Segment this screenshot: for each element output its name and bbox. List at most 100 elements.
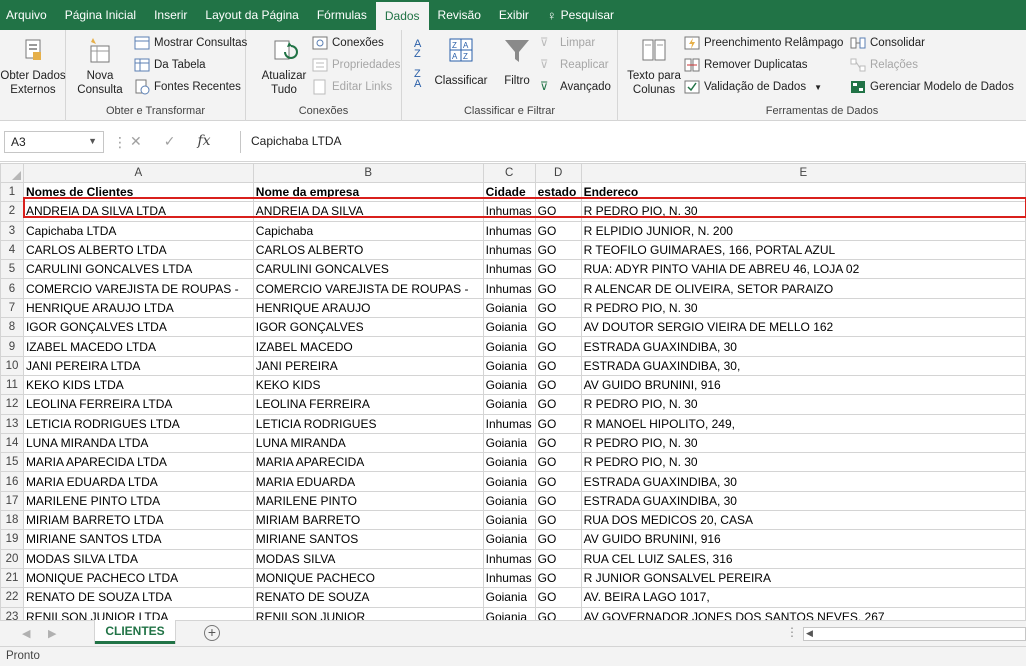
- cell[interactable]: KEKO KIDS: [252, 374, 484, 396]
- tab-revisao[interactable]: Revisão: [429, 0, 490, 30]
- cell[interactable]: IZABEL MACEDO LTDA: [22, 336, 254, 357]
- cell[interactable]: Inhumas: [482, 220, 536, 241]
- cell[interactable]: GO: [534, 336, 582, 357]
- cell[interactable]: GO: [534, 471, 582, 492]
- nova-consulta-button[interactable]: Nova Consulta: [70, 36, 130, 97]
- select-all-corner[interactable]: [0, 163, 24, 183]
- cell[interactable]: Goiania: [482, 297, 536, 319]
- cell[interactable]: MONIQUE PACHECO: [252, 567, 484, 589]
- prev-sheet-icon[interactable]: ◀: [22, 627, 30, 640]
- row-header[interactable]: 11: [0, 374, 24, 396]
- cell[interactable]: ESTRADA GUAXINDIBA, 30: [580, 336, 1026, 357]
- cell[interactable]: Inhumas: [482, 567, 536, 589]
- propriedades-button[interactable]: Propriedades: [312, 56, 400, 74]
- cell[interactable]: HENRIQUE ARAUJO LTDA: [22, 297, 254, 319]
- column-header[interactable]: B: [252, 163, 484, 183]
- cell[interactable]: Goiania: [482, 529, 536, 550]
- remover-duplicatas-button[interactable]: Remover Duplicatas: [684, 56, 808, 74]
- cell[interactable]: Goiania: [482, 490, 536, 512]
- cell[interactable]: GO: [534, 510, 582, 531]
- cell[interactable]: Goiania: [482, 606, 536, 620]
- tab-split-handle-icon[interactable]: ⋮: [786, 625, 798, 639]
- cell[interactable]: RUA DOS MEDICOS 20, CASA: [580, 510, 1026, 531]
- cell[interactable]: MARIA EDUARDA LTDA: [22, 471, 254, 492]
- tab-pagina-inicial[interactable]: Página Inicial: [56, 0, 145, 30]
- column-header[interactable]: A: [22, 163, 254, 183]
- cell[interactable]: GO: [534, 567, 582, 589]
- row-header[interactable]: 20: [0, 548, 24, 569]
- avancado-button[interactable]: ⊽ Avançado: [540, 78, 611, 96]
- cell[interactable]: AV DOUTOR SERGIO VIEIRA DE MELLO 162: [580, 317, 1026, 338]
- cell[interactable]: GO: [534, 587, 582, 608]
- cell[interactable]: CARULINI GONCALVES LTDA: [22, 259, 254, 280]
- cell[interactable]: LETICIA RODRIGUES LTDA: [22, 413, 254, 434]
- texto-para-colunas-button[interactable]: Texto para Colunas: [622, 36, 686, 97]
- cell[interactable]: R ELPIDIO JUNIOR, N. 200: [580, 220, 1026, 241]
- tab-layout-da-pagina[interactable]: Layout da Página: [196, 0, 307, 30]
- cell[interactable]: RENILSON JUNIOR LTDA: [22, 606, 254, 620]
- editar-links-button[interactable]: Editar Links: [312, 78, 392, 96]
- cell[interactable]: MIRIANE SANTOS: [252, 529, 484, 550]
- row-header[interactable]: 16: [0, 471, 24, 492]
- cell[interactable]: Goiania: [482, 452, 536, 473]
- consolidar-button[interactable]: Consolidar: [850, 34, 925, 52]
- row-header[interactable]: 22: [0, 587, 24, 608]
- name-box-dropdown-icon[interactable]: ▼: [88, 136, 97, 146]
- cell[interactable]: AV GUIDO BRUNINI, 916: [580, 529, 1026, 550]
- tab-dados[interactable]: Dados: [375, 2, 429, 30]
- cell[interactable]: Endereco: [580, 181, 1026, 203]
- cell[interactable]: RENILSON JUNIOR: [252, 606, 484, 620]
- cell[interactable]: GO: [534, 606, 582, 620]
- row-header[interactable]: 7: [0, 297, 24, 319]
- column-header[interactable]: E: [580, 163, 1026, 183]
- reaplicar-button[interactable]: ⊽ Reaplicar: [540, 56, 609, 74]
- limpar-button[interactable]: ⊽ Limpar: [540, 34, 595, 52]
- cell[interactable]: Cidade: [482, 181, 536, 203]
- row-header[interactable]: 3: [0, 220, 24, 241]
- cell[interactable]: Goiania: [482, 374, 536, 396]
- cell[interactable]: MARILENE PINTO: [252, 490, 484, 512]
- sort-az-button[interactable]: AZ: [414, 38, 421, 60]
- cell[interactable]: MARIA EDUARDA: [252, 471, 484, 492]
- cell[interactable]: GO: [534, 297, 582, 319]
- cell[interactable]: R PEDRO PIO, N. 30: [580, 297, 1026, 319]
- cell[interactable]: LETICIA RODRIGUES: [252, 413, 484, 434]
- cell[interactable]: GO: [534, 490, 582, 512]
- cell[interactable]: GO: [534, 413, 582, 434]
- cell[interactable]: R JUNIOR GONSALVEL PEREIRA: [580, 567, 1026, 589]
- cancel-icon[interactable]: ✕: [130, 133, 142, 150]
- row-header[interactable]: 5: [0, 259, 24, 280]
- cell[interactable]: AV GUIDO BRUNINI, 916: [580, 374, 1026, 396]
- cell[interactable]: estado: [534, 181, 582, 203]
- cell[interactable]: GO: [534, 239, 582, 261]
- sort-za-button[interactable]: ZA: [414, 68, 421, 90]
- preenchimento-relampago-button[interactable]: Preenchimento Relâmpago: [684, 34, 843, 52]
- formula-input[interactable]: Capichaba LTDA: [240, 131, 1026, 153]
- cell[interactable]: Nomes de Clientes: [22, 181, 254, 203]
- row-header[interactable]: 13: [0, 413, 24, 434]
- relacoes-button[interactable]: Relações: [850, 56, 918, 74]
- cell[interactable]: COMERCIO VAREJISTA DE ROUPAS -: [252, 278, 484, 299]
- tab-formulas[interactable]: Fórmulas: [308, 0, 376, 30]
- tab-exibir[interactable]: Exibir: [490, 0, 538, 30]
- cell[interactable]: MODAS SILVA: [252, 548, 484, 569]
- cell[interactable]: R MANOEL HIPOLITO, 249,: [580, 413, 1026, 434]
- cell[interactable]: MONIQUE PACHECO LTDA: [22, 567, 254, 589]
- cell[interactable]: Goiania: [482, 587, 536, 608]
- row-header[interactable]: 15: [0, 452, 24, 473]
- cell[interactable]: GO: [534, 259, 582, 280]
- cell[interactable]: IGOR GONÇALVES: [252, 317, 484, 338]
- cell[interactable]: IZABEL MACEDO: [252, 336, 484, 357]
- enter-icon[interactable]: ✓: [164, 133, 176, 150]
- insert-function-icon[interactable]: fx: [197, 133, 210, 150]
- cell[interactable]: ESTRADA GUAXINDIBA, 30: [580, 490, 1026, 512]
- cell[interactable]: Inhumas: [482, 259, 536, 280]
- spreadsheet-grid[interactable]: A B C D E 1 Nomes de Clientes Nome da empresa Ci…: [0, 163, 1026, 620]
- cell[interactable]: AV. BEIRA LAGO 1017,: [580, 587, 1026, 608]
- cell[interactable]: Inhumas: [482, 239, 536, 261]
- cell[interactable]: IGOR GONÇALVES LTDA: [22, 317, 254, 338]
- cell[interactable]: R PEDRO PIO, N. 30: [580, 432, 1026, 454]
- cell[interactable]: MIRIAM BARRETO LTDA: [22, 510, 254, 531]
- tab-pesquisar[interactable]: ♀ Pesquisar: [538, 0, 623, 30]
- column-header[interactable]: D: [534, 163, 582, 183]
